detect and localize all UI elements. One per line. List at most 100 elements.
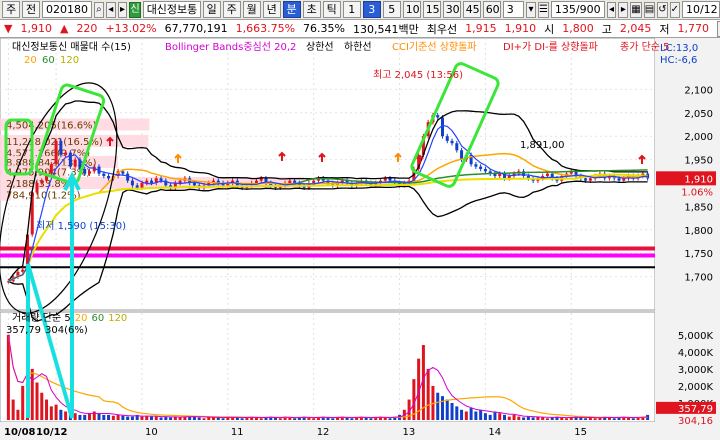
volume-bar xyxy=(312,418,316,420)
volume-bar xyxy=(593,418,597,420)
legend-cci: CCI기준선 상향돌파 xyxy=(392,41,477,53)
best-bid: 1,910 xyxy=(504,22,537,35)
volume-bar xyxy=(130,416,134,420)
interval-30[interactable]: 30 xyxy=(442,1,461,18)
search-icon[interactable]: ⌕ xyxy=(94,1,104,18)
volume-bar xyxy=(121,415,125,420)
candle xyxy=(584,178,588,181)
grid-icon[interactable]: ▦ xyxy=(630,1,642,18)
reset-icon[interactable]: ↺ xyxy=(657,1,668,18)
low-annotation: 최저 1,590 (15:30) xyxy=(36,220,126,232)
menu-button[interactable]: 주 xyxy=(2,1,20,18)
date-display[interactable]: 10/12 xyxy=(681,1,720,18)
tab-tick[interactable]: 틱 xyxy=(322,1,341,18)
candle xyxy=(40,180,44,183)
volume-bar xyxy=(350,418,354,420)
layout-icon[interactable]: ▤ xyxy=(643,1,656,18)
interval-5[interactable]: 5 xyxy=(382,1,401,18)
volume-bar xyxy=(522,417,526,420)
legend-ma20: 20 xyxy=(24,55,37,66)
volume-bar xyxy=(507,416,511,420)
open-price: 1,800 xyxy=(562,22,594,35)
candle xyxy=(254,180,258,183)
volume-bar xyxy=(83,414,87,420)
legend-ma120: 120 xyxy=(60,55,79,66)
chevron-down-icon[interactable]: ▾ xyxy=(526,1,536,18)
volume-bar xyxy=(207,417,211,420)
tab-minute[interactable]: 분 xyxy=(282,1,301,18)
volume-bar xyxy=(11,399,15,420)
tab-year[interactable]: 년 xyxy=(262,1,281,18)
volume-value: 357,79 304(6%) xyxy=(6,325,88,336)
candle xyxy=(59,140,63,155)
volume-bar xyxy=(64,411,68,420)
volume-bar xyxy=(92,411,96,420)
price-status-bar: ▼ 1,910 ▲ 220 +13.02% 67,770,191 1,663.7… xyxy=(0,20,720,38)
zoom-in-icon[interactable]: ▸ xyxy=(618,1,629,18)
volume-bar xyxy=(73,413,77,420)
up-arrow-icon: ▲ xyxy=(59,22,69,35)
volume-bar xyxy=(531,417,535,420)
interval-15[interactable]: 15 xyxy=(422,1,441,18)
high-annotation: 최고 2,045 (13:56) xyxy=(373,69,463,81)
candle xyxy=(588,178,592,181)
stock-type-icon: 신 xyxy=(129,1,141,18)
price-change-pct: +13.02% xyxy=(105,22,157,35)
check-icon[interactable]: ✓ xyxy=(669,1,680,18)
zoom-out-icon[interactable]: ◂ xyxy=(606,1,617,18)
market-button[interactable]: 전 xyxy=(22,1,40,18)
current-price-label: 1,910 xyxy=(684,174,713,185)
volume-bar xyxy=(545,418,549,420)
candle xyxy=(107,175,111,179)
volume-bar xyxy=(59,409,63,420)
volume-bar xyxy=(259,418,263,420)
volume-bar xyxy=(35,382,39,420)
interval-1[interactable]: 1 xyxy=(342,1,361,18)
volume-profile-label: 784,910(1.2%) xyxy=(6,191,81,202)
candle xyxy=(436,115,440,118)
volume-bar xyxy=(49,406,53,420)
volume-bar xyxy=(30,368,34,420)
candle xyxy=(121,171,125,174)
price-tick-label: 1,750 xyxy=(684,249,713,260)
interval-select[interactable]: 3 xyxy=(502,1,525,18)
interval-60[interactable]: 60 xyxy=(482,1,501,18)
down-arrow-icon: ▼ xyxy=(4,22,13,35)
candle xyxy=(383,178,387,181)
legend-ma60: 60 xyxy=(42,55,55,66)
volume-ratio: 1,663.75% xyxy=(235,22,296,35)
legend-bollinger: Bollinger Bands중심선 20,2 xyxy=(165,41,296,53)
next-icon[interactable]: ▸ xyxy=(117,1,128,18)
volume-bar xyxy=(54,404,58,420)
volume-bar xyxy=(154,416,158,420)
price-change: 220 xyxy=(76,22,98,35)
candle xyxy=(483,168,487,172)
interval-10[interactable]: 10 xyxy=(402,1,421,18)
volume-bar xyxy=(464,411,468,420)
stock-code-input[interactable]: 020180 xyxy=(42,1,92,18)
volume-bar xyxy=(102,414,106,420)
prev-icon[interactable]: ◂ xyxy=(105,1,116,18)
tab-month[interactable]: 월 xyxy=(242,1,261,18)
volume-bar xyxy=(474,411,478,420)
volume-bar xyxy=(541,417,545,420)
interval-45[interactable]: 45 xyxy=(462,1,481,18)
tab-week[interactable]: 주 xyxy=(222,1,241,18)
candle xyxy=(54,140,58,165)
settings-icon[interactable]: ☰ xyxy=(537,1,549,18)
volume-bar xyxy=(40,392,44,420)
volume-bar xyxy=(197,417,201,420)
candle xyxy=(135,185,139,188)
volume-bar xyxy=(126,416,130,420)
candle xyxy=(35,183,39,193)
tab-second[interactable]: 초 xyxy=(302,1,321,18)
price-tick-label: 2,050 xyxy=(684,109,713,120)
interval-3[interactable]: 3 xyxy=(362,1,381,18)
volume-bar xyxy=(331,418,335,420)
tab-day[interactable]: 일 xyxy=(202,1,221,18)
count-display: 135/900 xyxy=(550,1,605,18)
volume-tick-label: 2,000K xyxy=(678,382,714,393)
candle xyxy=(130,180,134,186)
x-date-label: 14 xyxy=(488,427,501,438)
volume-bar xyxy=(293,418,297,420)
